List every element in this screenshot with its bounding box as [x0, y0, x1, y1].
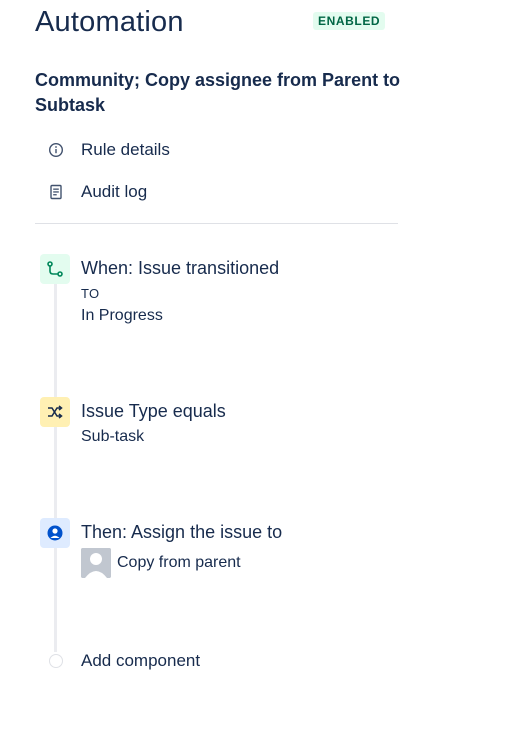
- menu-item-audit-log[interactable]: Audit log: [46, 180, 396, 204]
- page-title: Automation: [35, 6, 184, 38]
- trigger-status: In Progress: [81, 307, 163, 324]
- condition-value: Sub-task: [81, 428, 145, 445]
- condition-title: Issue Type equals: [81, 401, 226, 421]
- trigger-icon: [40, 254, 70, 284]
- trigger-title: When: Issue transitioned: [81, 258, 280, 278]
- menu-item-label: Rule details: [81, 140, 170, 159]
- menu-item-rule-details[interactable]: Rule details: [46, 138, 396, 162]
- rule-name: Community; Copy assignee from Parent to …: [35, 70, 401, 115]
- add-component-dot-icon: [49, 654, 63, 668]
- action-step[interactable]: Then: Assign the issue to Copy from pare…: [40, 518, 400, 582]
- status-badge: ENABLED: [313, 12, 386, 30]
- trigger-step[interactable]: When: Issue transitioned TO In Progress: [40, 254, 400, 334]
- avatar: [81, 548, 111, 578]
- document-icon: [46, 182, 66, 202]
- divider: [35, 223, 398, 224]
- action-assign-icon: [40, 518, 70, 548]
- info-icon: [46, 140, 66, 160]
- action-title: Then: Assign the issue to: [81, 522, 283, 542]
- timeline-connector: [54, 282, 57, 652]
- add-component-button[interactable]: Add component: [81, 651, 200, 671]
- menu-item-label: Audit log: [81, 182, 148, 201]
- condition-step[interactable]: Issue Type equals Sub-task: [40, 397, 400, 457]
- condition-shuffle-icon: [40, 397, 70, 427]
- trigger-direction: TO: [81, 286, 100, 301]
- action-value: Copy from parent: [117, 554, 241, 571]
